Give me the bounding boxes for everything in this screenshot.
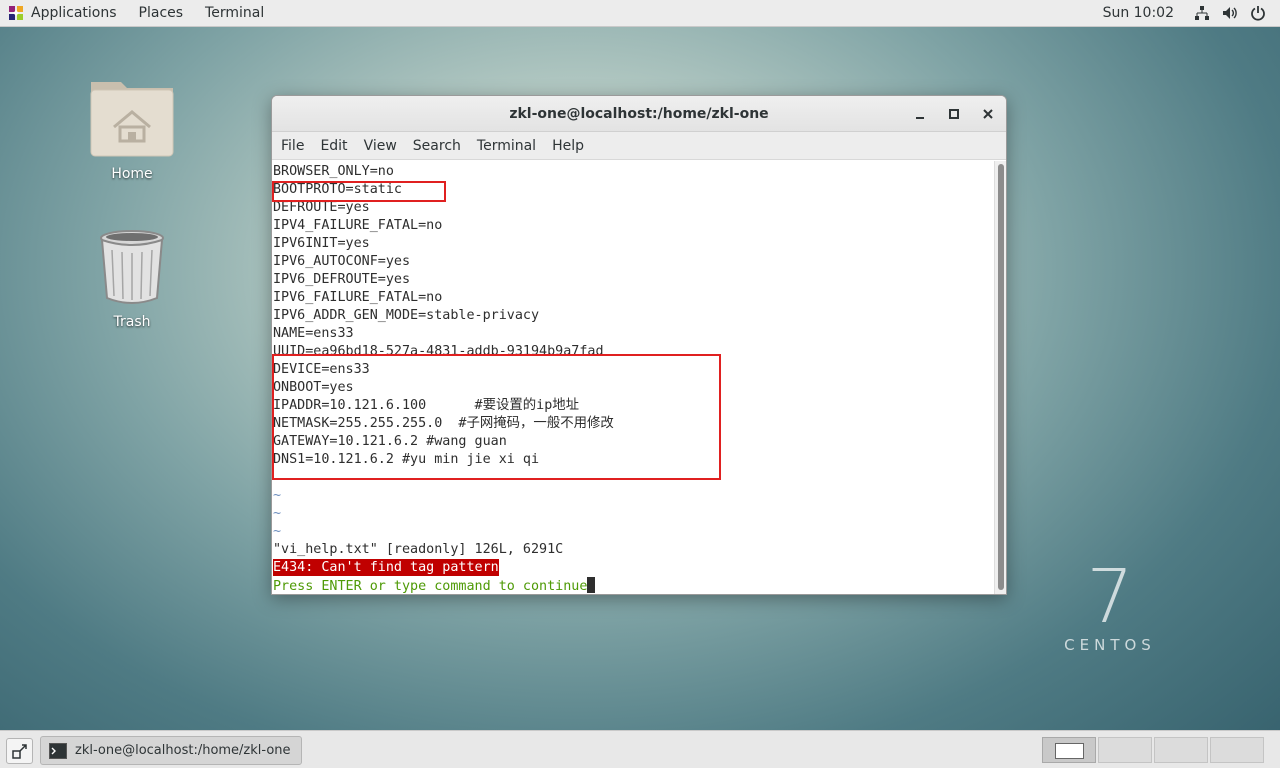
volume-icon[interactable] <box>1222 5 1238 21</box>
terminal-line: NAME=ens33 <box>273 326 354 341</box>
show-desktop-icon <box>11 744 27 759</box>
workspace-1[interactable] <box>1042 737 1096 763</box>
network-icon[interactable] <box>1194 5 1210 21</box>
terminal-icon <box>49 742 67 759</box>
centos-logo: 7 CENTOS <box>1055 558 1165 654</box>
menu-help[interactable]: Help <box>544 138 592 154</box>
menu-search[interactable]: Search <box>405 138 469 154</box>
applications-label: Applications <box>31 5 117 21</box>
scrollbar-thumb[interactable] <box>998 164 1004 590</box>
desktop-trash[interactable]: Trash <box>77 228 187 330</box>
terminal-line: IPV6_FAILURE_FATAL=no <box>273 290 443 305</box>
workspace-4[interactable] <box>1210 737 1264 763</box>
desktop-home[interactable]: Home <box>77 72 187 182</box>
home-folder-icon <box>90 82 174 157</box>
empty-line-marker: ~ <box>273 506 282 521</box>
trash-icon <box>100 230 164 304</box>
annotation-box-bootproto <box>272 181 446 202</box>
desktop-home-label: Home <box>111 166 153 182</box>
system-tray[interactable] <box>1194 5 1280 21</box>
centos-logo-icon <box>9 6 23 20</box>
taskbar-item-terminal[interactable]: zkl-one@localhost:/home/zkl-one <box>40 736 302 765</box>
empty-line-marker: ~ <box>273 488 282 503</box>
applications-menu[interactable]: Applications <box>0 0 128 27</box>
menu-edit[interactable]: Edit <box>312 138 355 154</box>
terminal-window[interactable]: zkl-one@localhost:/home/zkl-one File Edi… <box>271 95 1007 595</box>
workspace-window-preview <box>1055 743 1084 759</box>
minimize-button[interactable] <box>910 104 930 124</box>
maximize-icon <box>949 109 959 119</box>
maximize-button[interactable] <box>944 104 964 124</box>
menu-terminal[interactable]: Terminal <box>469 138 544 154</box>
centos-logo-word: CENTOS <box>1064 636 1156 654</box>
bottom-taskbar: zkl-one@localhost:/home/zkl-one <box>0 730 1280 768</box>
empty-line-marker: ~ <box>273 524 282 539</box>
terminal-line: IPV4_FAILURE_FATAL=no <box>273 218 443 233</box>
taskbar-item-label: zkl-one@localhost:/home/zkl-one <box>75 743 291 758</box>
clock[interactable]: Sun 10:02 <box>1083 5 1194 21</box>
vim-continue-prompt: Press ENTER or type command to continue <box>273 579 588 594</box>
desktop-trash-label: Trash <box>113 314 151 330</box>
terminal-app-menu[interactable]: Terminal <box>194 0 275 27</box>
terminal-line: IPV6_AUTOCONF=yes <box>273 254 411 269</box>
terminal-line: IPV6_ADDR_GEN_MODE=stable-privacy <box>273 308 540 323</box>
window-titlebar[interactable]: zkl-one@localhost:/home/zkl-one <box>272 96 1006 132</box>
workspace-2[interactable] <box>1098 737 1152 763</box>
workspace-3[interactable] <box>1154 737 1208 763</box>
vim-status-file: "vi_help.txt" [readonly] 126L, 6291C <box>273 542 564 557</box>
show-desktop-button[interactable] <box>6 738 33 764</box>
terminal-scrollbar[interactable] <box>994 161 1006 594</box>
terminal-line: BROWSER_ONLY=no <box>273 164 394 179</box>
menu-view[interactable]: View <box>356 138 405 154</box>
terminal-label: Terminal <box>205 5 265 21</box>
close-button[interactable] <box>978 104 998 124</box>
minimize-icon <box>916 117 924 119</box>
annotation-box-network-settings <box>272 354 721 480</box>
terminal-content[interactable]: BROWSER_ONLY=no BOOTPROTO=static DEFROUT… <box>272 161 996 594</box>
power-icon[interactable] <box>1250 5 1266 21</box>
window-controls <box>910 96 998 132</box>
menu-file[interactable]: File <box>273 138 312 154</box>
vim-error-message: E434: Can't find tag pattern <box>273 559 499 576</box>
places-label: Places <box>138 5 184 21</box>
centos-logo-numeral: 7 <box>1086 554 1134 640</box>
terminal-line: IPV6INIT=yes <box>273 236 370 251</box>
terminal-cursor <box>587 577 596 593</box>
window-title: zkl-one@localhost:/home/zkl-one <box>509 105 769 122</box>
terminal-line: IPV6_DEFROUTE=yes <box>273 272 411 287</box>
top-bar: Applications Places Terminal Sun 10:02 <box>0 0 1280 27</box>
terminal-menubar: File Edit View Search Terminal Help <box>272 132 1006 160</box>
close-icon <box>983 109 993 119</box>
places-menu[interactable]: Places <box>128 0 195 27</box>
